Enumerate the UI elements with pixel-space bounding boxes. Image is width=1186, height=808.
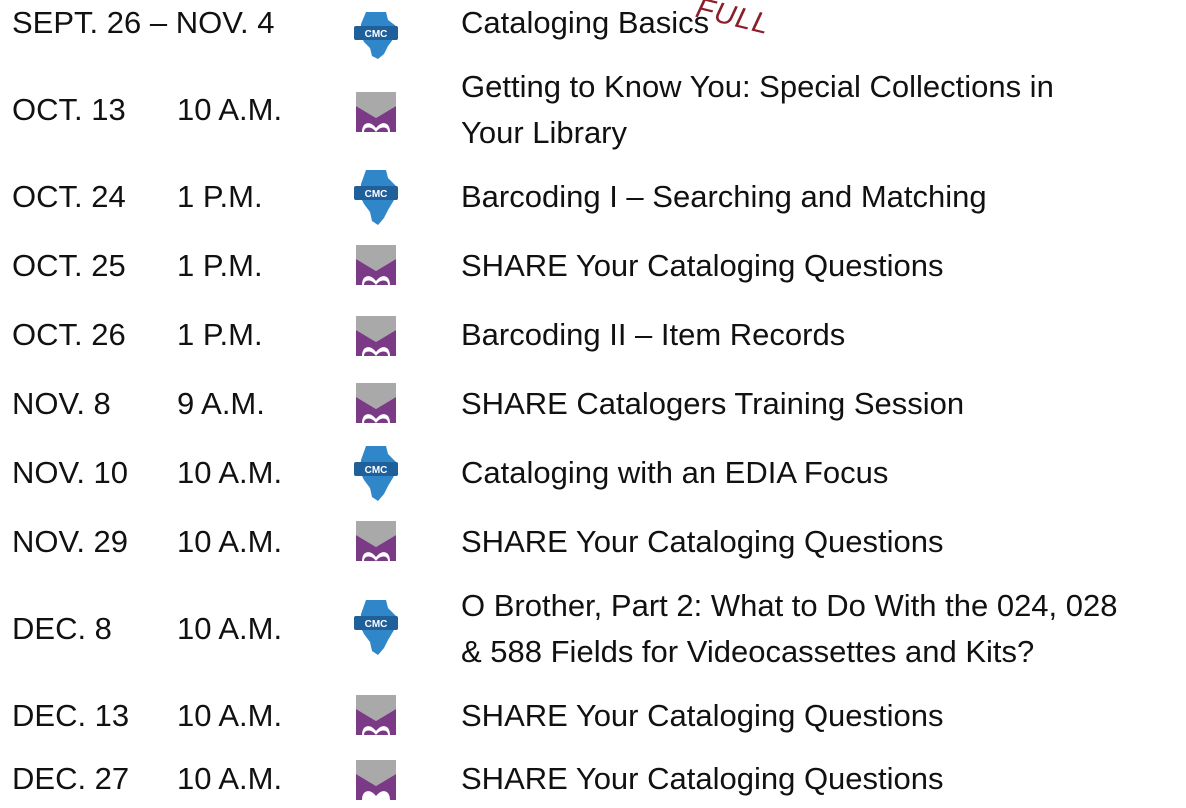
cmc-illinois-icon: CMC bbox=[352, 444, 400, 501]
event-title: Barcoding II – Item Records bbox=[461, 317, 846, 352]
event-title: SHARE Catalogers Training Session bbox=[461, 386, 965, 421]
event-time: 10 A.M. bbox=[177, 761, 283, 796]
event-date: OCT. 13 bbox=[12, 92, 126, 127]
event-title: SHARE Your Cataloging Questions bbox=[461, 698, 944, 733]
event-date: SEPT. 26 – NOV. 4 bbox=[12, 5, 275, 40]
cmc-label: CMC bbox=[365, 619, 388, 630]
event-date: NOV. 8 bbox=[12, 386, 111, 421]
event-date: DEC. 27 bbox=[12, 761, 130, 796]
event-time: 1 P.M. bbox=[177, 179, 263, 214]
event-title: Getting to Know You: Special Collections… bbox=[461, 69, 1054, 104]
event-title: O Brother, Part 2: What to Do With the 0… bbox=[461, 588, 1118, 623]
cmc-label: CMC bbox=[365, 465, 388, 476]
event-title: Cataloging with an EDIA Focus bbox=[461, 455, 889, 490]
event-date: NOV. 29 bbox=[12, 524, 129, 559]
event-time: 10 A.M. bbox=[177, 455, 283, 490]
cmc-label: CMC bbox=[365, 29, 388, 40]
event-time: 10 A.M. bbox=[177, 92, 283, 127]
event-title-continued: & 588 Fields for Videocassettes and Kits… bbox=[461, 634, 1035, 669]
event-date: DEC. 8 bbox=[12, 611, 112, 646]
event-title: SHARE Your Cataloging Questions bbox=[461, 524, 944, 559]
event-time: 10 A.M. bbox=[177, 524, 283, 559]
share-logo-icon bbox=[352, 241, 400, 291]
share-logo-icon bbox=[352, 379, 400, 429]
event-title: SHARE Your Cataloging Questions bbox=[461, 761, 944, 796]
share-logo-icon bbox=[352, 517, 400, 567]
event-title: SHARE Your Cataloging Questions bbox=[461, 248, 944, 283]
share-logo-icon bbox=[352, 691, 400, 741]
event-date: OCT. 24 bbox=[12, 179, 126, 214]
event-date: OCT. 25 bbox=[12, 248, 126, 283]
event-time: 10 A.M. bbox=[177, 698, 283, 733]
cmc-label: CMC bbox=[365, 189, 388, 200]
event-time: 9 A.M. bbox=[177, 386, 265, 421]
event-date: NOV. 10 bbox=[12, 455, 129, 490]
event-title: Barcoding I – Searching and Matching bbox=[461, 179, 987, 214]
event-title: Cataloging Basics bbox=[461, 5, 710, 40]
cmc-illinois-icon: CMC bbox=[352, 168, 400, 225]
event-title-continued: Your Library bbox=[461, 115, 628, 150]
share-logo-icon bbox=[352, 758, 400, 808]
share-logo-icon bbox=[352, 88, 400, 138]
event-date: OCT. 26 bbox=[12, 317, 126, 352]
share-logo-icon bbox=[352, 312, 400, 362]
event-time: 10 A.M. bbox=[177, 611, 283, 646]
event-date: DEC. 13 bbox=[12, 698, 130, 733]
event-time: 1 P.M. bbox=[177, 248, 263, 283]
event-time: 1 P.M. bbox=[177, 317, 263, 352]
cmc-illinois-icon: CMC bbox=[352, 598, 400, 655]
cmc-illinois-icon: CMC bbox=[352, 10, 400, 60]
